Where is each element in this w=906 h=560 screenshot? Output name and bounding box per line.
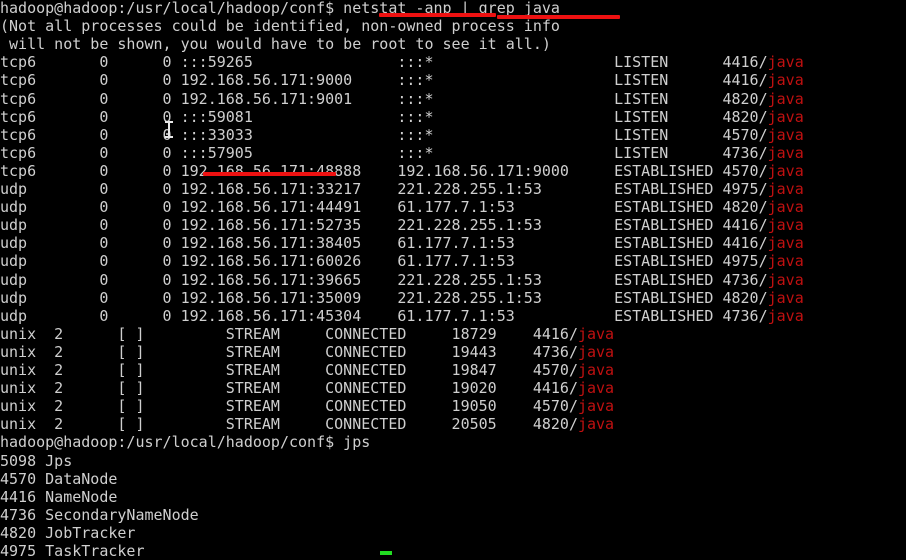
line-text: unix 2 [ ] STREAM CONNECTED 18729 4416/ [0,324,578,343]
line-text: udp 0 0 192.168.56.171:33217 221.228.255… [0,180,768,198]
process-name-java: java [767,180,804,198]
line-text: unix 2 [ ] STREAM CONNECTED 19847 4570/ [0,361,578,379]
terminal-window[interactable]: hadoop@hadoop:/usr/local/hadoop/conf$ ne… [0,0,906,560]
line-text: udp 0 0 192.168.56.171:38405 61.177.7.1:… [0,234,768,253]
process-name-java: java [577,397,615,416]
line-text: tcp6 0 0 192.168.56.171:9000 :::* LISTEN… [0,71,768,90]
process-name-java: java [767,161,804,180]
terminal-line: 4416 NameNode [0,488,117,506]
line-text: unix 2 [ ] STREAM CONNECTED 20505 4820/ [0,415,578,434]
line-text: hadoop@hadoop:/usr/local/hadoop/conf$ jp… [0,433,371,452]
terminal-line: tcp6 0 0 :::57905 :::* LISTEN 4736/java [0,144,804,162]
mouse-ibeam-cursor [165,121,173,138]
terminal-line: udp 0 0 192.168.56.171:35009 221.228.255… [0,289,804,307]
terminal-line: udp 0 0 192.168.56.171:38405 61.177.7.1:… [0,234,804,252]
terminal-line: unix 2 [ ] STREAM CONNECTED 20505 4820/j… [0,415,614,433]
line-text: 4416 NameNode [0,487,118,506]
process-name-java: java [577,342,615,361]
terminal-line: unix 2 [ ] STREAM CONNECTED 19020 4416/j… [0,379,614,397]
text-caret [380,551,392,555]
process-name-java: java [577,415,615,434]
terminal-line: udp 0 0 192.168.56.171:44491 61.177.7.1:… [0,198,804,216]
terminal-line: unix 2 [ ] STREAM CONNECTED 19847 4570/j… [0,361,614,379]
terminal-line: 4820 JobTracker [0,524,135,542]
line-text: 4975 TaskTracker [0,542,145,560]
terminal-line: udp 0 0 192.168.56.171:52735 221.228.255… [0,216,804,234]
terminal-line: unix 2 [ ] STREAM CONNECTED 19050 4570/j… [0,397,614,415]
process-name-java: java [577,361,615,379]
line-text: unix 2 [ ] STREAM CONNECTED 19050 4570/ [0,397,578,416]
process-name-java: java [767,125,804,144]
line-text: will not be shown, you would have to be … [0,35,551,54]
process-name-java: java [767,306,804,325]
local-address-underline [203,172,336,176]
line-text: tcp6 0 0 :::59265 :::* LISTEN 4416/ [0,53,768,72]
process-name-java: java [767,107,804,126]
terminal-line: udp 0 0 192.168.56.171:45304 61.177.7.1:… [0,307,804,325]
terminal-line: udp 0 0 192.168.56.171:33217 221.228.255… [0,180,804,198]
line-text: 4570 DataNode [0,469,118,488]
terminal-line: tcp6 0 0 :::33033 :::* LISTEN 4570/java [0,126,804,144]
process-name-java: java [767,53,804,72]
process-name-java: java [767,270,804,289]
line-text: udp 0 0 192.168.56.171:52735 221.228.255… [0,216,768,235]
line-text: unix 2 [ ] STREAM CONNECTED 19020 4416/ [0,379,578,398]
line-text: tcp6 0 0 :::57905 :::* LISTEN 4736/ [0,143,768,162]
line-text: tcp6 0 0 :::59081 :::* LISTEN 4820/ [0,107,768,126]
line-text: tcp6 0 0 :::33033 :::* LISTEN 4570/ [0,125,768,144]
terminal-line: tcp6 0 0 :::59081 :::* LISTEN 4820/java [0,108,804,126]
terminal-line: 4975 TaskTracker [0,542,145,560]
netstat-command-underline-left [379,13,496,17]
terminal-line: tcp6 0 0 192.168.56.171:9000 :::* LISTEN… [0,71,804,89]
process-name-java: java [767,234,804,253]
terminal-line: 5098 Jps [0,452,72,470]
terminal-line: hadoop@hadoop:/usr/local/hadoop/conf$ jp… [0,433,370,451]
line-text: udp 0 0 192.168.56.171:44491 61.177.7.1:… [0,198,768,217]
line-text: 5098 Jps [0,451,73,470]
process-name-java: java [767,89,804,108]
terminal-line: (Not all processes could be identified, … [0,17,560,35]
line-text: tcp6 0 0 192.168.56.171:48888 192.168.56… [0,161,768,180]
process-name-java: java [767,143,804,162]
netstat-command-underline-right [497,15,620,19]
process-name-java: java [767,71,804,90]
terminal-line: 4570 DataNode [0,470,117,488]
line-text: 4820 JobTracker [0,523,136,542]
process-name-java: java [767,288,804,307]
terminal-line: tcp6 0 0 :::59265 :::* LISTEN 4416/java [0,53,804,71]
line-text: unix 2 [ ] STREAM CONNECTED 19443 4736/ [0,342,578,361]
process-name-java: java [767,252,804,271]
terminal-line: tcp6 0 0 192.168.56.171:48888 192.168.56… [0,162,804,180]
terminal-line: unix 2 [ ] STREAM CONNECTED 18729 4416/j… [0,325,614,343]
terminal-line: udp 0 0 192.168.56.171:60026 61.177.7.1:… [0,252,804,270]
process-name-java: java [767,216,804,235]
line-text: (Not all processes could be identified, … [0,17,560,36]
terminal-line: tcp6 0 0 192.168.56.171:9001 :::* LISTEN… [0,90,804,108]
line-text: udp 0 0 192.168.56.171:39665 221.228.255… [0,270,768,289]
line-text: udp 0 0 192.168.56.171:35009 221.228.255… [0,288,768,307]
process-name-java: java [577,379,615,398]
line-text: 4736 SecondaryNameNode [0,505,199,524]
process-name-java: java [767,198,804,217]
process-name-java: java [577,324,615,343]
terminal-line: will not be shown, you would have to be … [0,35,551,53]
terminal-line: udp 0 0 192.168.56.171:39665 221.228.255… [0,271,804,289]
terminal-line: unix 2 [ ] STREAM CONNECTED 19443 4736/j… [0,343,614,361]
line-text: udp 0 0 192.168.56.171:45304 61.177.7.1:… [0,306,768,325]
line-text: udp 0 0 192.168.56.171:60026 61.177.7.1:… [0,252,768,271]
terminal-line: 4736 SecondaryNameNode [0,506,199,524]
line-text: tcp6 0 0 192.168.56.171:9001 :::* LISTEN… [0,89,768,108]
